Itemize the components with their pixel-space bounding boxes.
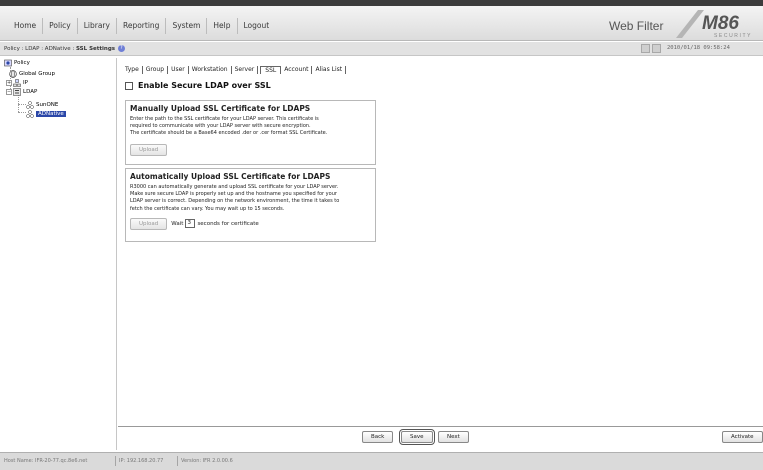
wait-seconds-input[interactable]: 3 bbox=[185, 219, 196, 229]
tab-type[interactable]: Type bbox=[125, 66, 143, 74]
tree-node-adnative[interactable]: ADNative bbox=[26, 109, 66, 118]
logo-subtext: SECURITY bbox=[714, 33, 752, 39]
tab-user[interactable]: User bbox=[168, 66, 189, 74]
auto-upload-controls: Upload Wait 3 seconds for certificate bbox=[130, 217, 375, 230]
tree-node-ip[interactable]: + IP bbox=[6, 78, 28, 87]
auto-desc-line: Make sure secure LDAP is properly set up… bbox=[130, 191, 337, 198]
seconds-label: seconds for certificate bbox=[197, 220, 259, 227]
manual-upload-button[interactable]: Upload bbox=[130, 143, 168, 156]
breadcrumb-bar: Policy : LDAP : ADNative : SSL Settings … bbox=[0, 42, 763, 56]
main-nav: Home Policy Library Reporting System Hel… bbox=[8, 18, 275, 34]
manual-upload-description: Enter the path to the SSL certificate fo… bbox=[130, 116, 371, 138]
manual-desc-line: Enter the path to the SSL certificate fo… bbox=[130, 116, 319, 122]
tab-alias-list[interactable]: Alias List bbox=[312, 66, 347, 74]
print-icon[interactable] bbox=[652, 44, 661, 53]
nav-reporting[interactable]: Reporting bbox=[117, 18, 167, 34]
tab-ssl[interactable]: SSL bbox=[260, 66, 282, 74]
manual-upload-title: Manually Upload SSL Certificate for LDAP… bbox=[130, 104, 311, 113]
manual-desc-line: required to communicate with your LDAP s… bbox=[130, 123, 311, 130]
tab-workstation[interactable]: Workstation bbox=[189, 66, 232, 74]
refresh-icon[interactable] bbox=[641, 44, 650, 53]
tree-node-policy[interactable]: Policy bbox=[4, 58, 30, 67]
policy-icon bbox=[4, 59, 12, 66]
auto-upload-description: R3000 can automatically generate and upl… bbox=[130, 184, 371, 213]
help-icon[interactable]: ? bbox=[117, 45, 125, 52]
nav-help[interactable]: Help bbox=[207, 18, 238, 34]
nav-home[interactable]: Home bbox=[8, 18, 44, 34]
tree-label-sunone: SunONE bbox=[36, 101, 59, 108]
enable-ssl-label: Enable Secure LDAP over SSL bbox=[138, 81, 271, 90]
policy-tree: Policy Global Group + IP − LDAP SunONE A… bbox=[4, 58, 117, 450]
action-bar: Back Save Next Activate bbox=[118, 426, 763, 448]
status-host: Host Name: IFR-20-77.qc.8e6.net bbox=[4, 458, 88, 464]
auto-desc-line: LDAP server is correct. Depending on the… bbox=[130, 198, 340, 205]
tree-node-sunone[interactable]: SunONE bbox=[26, 100, 58, 109]
top-strip bbox=[0, 0, 763, 6]
toolbar-icons bbox=[641, 44, 661, 53]
tree-label-adnative: ADNative bbox=[36, 110, 66, 117]
server-icon bbox=[26, 100, 34, 109]
auto-upload-title: Automatically Upload SSL Certificate for… bbox=[130, 172, 331, 181]
top-bar: Home Policy Library Reporting System Hel… bbox=[0, 0, 763, 41]
tab-account[interactable]: Account bbox=[281, 66, 313, 74]
network-icon bbox=[13, 78, 21, 87]
tab-bar: Type Group User Workstation Server SSL A… bbox=[125, 66, 347, 74]
manual-desc-line: The certificate should be a Base64 encod… bbox=[130, 130, 328, 137]
expand-icon[interactable]: + bbox=[6, 79, 12, 86]
next-button[interactable]: Next bbox=[438, 431, 469, 443]
auto-desc-line: fetch the certificate can vary. You may … bbox=[130, 205, 285, 212]
product-title: Web Filter bbox=[609, 19, 664, 33]
status-ip: IP: 192.168.20.77 bbox=[119, 458, 164, 464]
tree-label-ip: IP bbox=[23, 79, 28, 86]
m86-logo: M86 SECURITY bbox=[676, 10, 752, 39]
activate-button[interactable]: Activate bbox=[722, 431, 763, 443]
globe-icon bbox=[9, 69, 17, 78]
ssl-settings-panel: Type Group User Workstation Server SSL A… bbox=[118, 58, 763, 425]
tab-group[interactable]: Group bbox=[143, 66, 169, 74]
status-divider bbox=[115, 456, 116, 466]
datetime: 2010/01/18 09:58:24 bbox=[667, 45, 730, 51]
auto-upload-button[interactable]: Upload bbox=[130, 217, 168, 230]
tree-node-global-group[interactable]: Global Group bbox=[9, 69, 55, 78]
logo-text: M86 bbox=[702, 13, 739, 34]
status-version: Version: IFR 2.0.00.6 bbox=[181, 458, 233, 464]
status-bar: Host Name: IFR-20-77.qc.8e6.net IP: 192.… bbox=[0, 452, 763, 470]
tree-node-ldap[interactable]: − LDAP bbox=[6, 87, 37, 96]
enable-ssl-row: Enable Secure LDAP over SSL bbox=[125, 81, 271, 90]
ldap-icon bbox=[13, 87, 21, 96]
enable-ssl-checkbox[interactable] bbox=[125, 81, 133, 90]
wait-label: Wait bbox=[171, 220, 184, 227]
tree-label-global-group: Global Group bbox=[19, 70, 56, 77]
nav-library[interactable]: Library bbox=[78, 18, 117, 34]
server-icon bbox=[26, 109, 34, 118]
auto-desc-line: R3000 can automatically generate and upl… bbox=[130, 184, 339, 190]
back-button[interactable]: Back bbox=[362, 431, 394, 443]
auto-upload-section: Automatically Upload SSL Certificate for… bbox=[125, 168, 376, 242]
nav-system[interactable]: System bbox=[166, 18, 208, 34]
breadcrumb: Policy : LDAP : ADNative : SSL Settings … bbox=[4, 45, 125, 52]
manual-upload-section: Manually Upload SSL Certificate for LDAP… bbox=[125, 100, 376, 165]
nav-logout[interactable]: Logout bbox=[238, 18, 276, 34]
tree-label-ldap: LDAP bbox=[23, 88, 38, 95]
tab-server[interactable]: Server bbox=[232, 66, 259, 74]
tree-label-policy: Policy bbox=[14, 59, 30, 66]
status-divider bbox=[177, 456, 178, 466]
nav-policy[interactable]: Policy bbox=[43, 18, 78, 34]
save-button[interactable]: Save bbox=[399, 429, 435, 445]
collapse-icon[interactable]: − bbox=[6, 88, 12, 95]
breadcrumb-page: SSL Settings bbox=[75, 46, 116, 52]
breadcrumb-path: Policy : LDAP : ADNative : bbox=[4, 46, 76, 52]
